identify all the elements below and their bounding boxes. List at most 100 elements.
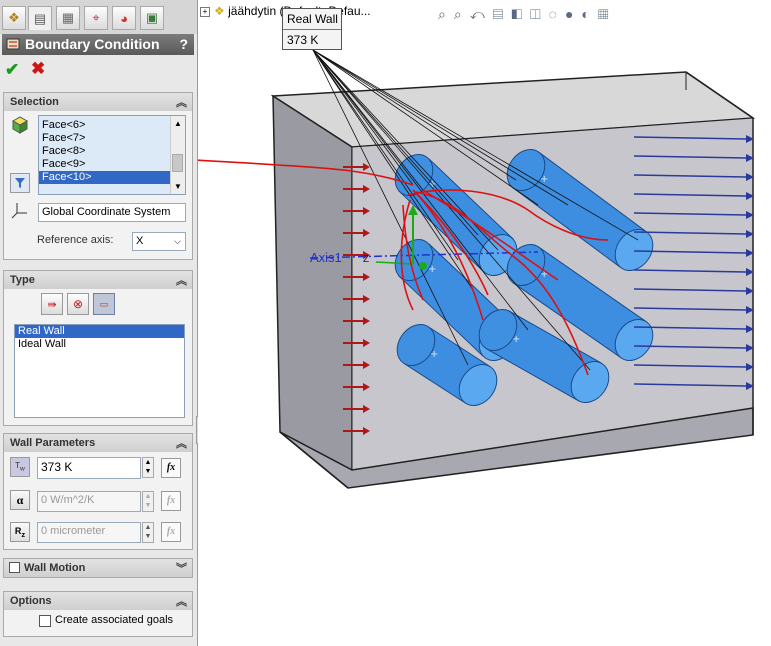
wall-type-item[interactable]: Real Wall bbox=[15, 325, 184, 338]
options-header[interactable]: Options ︽ bbox=[4, 592, 192, 610]
options-group: Options ︽ Create associated goals bbox=[3, 591, 193, 637]
wall-type-container: Real Wall Ideal Wall bbox=[15, 325, 184, 351]
property-icon: ▤ bbox=[33, 10, 47, 26]
panel-tab-bar: ❖ ▤ ▦ ⌖ ◕ ▣ bbox=[0, 0, 197, 34]
temperature-fx-button[interactable]: fx bbox=[161, 458, 181, 478]
origin-marker bbox=[419, 262, 427, 270]
scroll-up-icon[interactable]: ▲ bbox=[171, 117, 185, 130]
heads-up-view-toolbar: ⌕⌕⤺▤◧◫◌●◐▦ bbox=[438, 6, 617, 26]
wall-motion-label: Wall Motion bbox=[24, 562, 86, 574]
expand-plus-icon[interactable]: + bbox=[200, 6, 210, 17]
property-manager-tab[interactable]: ▤ bbox=[28, 6, 52, 30]
feature-manager-tab[interactable]: ❖ bbox=[2, 6, 26, 30]
chevron-down-icon: ⌵ bbox=[174, 236, 181, 246]
dimxpert-tab[interactable]: ⌖ bbox=[84, 6, 108, 30]
wall-parameters-header-label: Wall Parameters bbox=[10, 437, 96, 449]
wall-motion-header[interactable]: Wall Motion ︾ bbox=[4, 559, 192, 577]
selection-header[interactable]: Selection ︽ bbox=[4, 93, 192, 111]
display-style-icon[interactable]: ◫ bbox=[530, 6, 549, 22]
display-manager-tab[interactable]: ◕ bbox=[112, 6, 136, 30]
filter-icon[interactable] bbox=[10, 173, 30, 193]
collapse-icon[interactable]: ︽ bbox=[176, 94, 187, 110]
collapse-icon[interactable]: ︽ bbox=[176, 435, 187, 451]
faces-scrollbar[interactable]: ▲ ▼ bbox=[170, 116, 185, 194]
zoom-to-fit-icon[interactable]: ⌕ bbox=[438, 6, 454, 22]
cylinder-center-mark: + bbox=[430, 349, 438, 360]
heat-transfer-spinner[interactable]: ▲ ▼ bbox=[142, 491, 154, 512]
roughness-input[interactable]: 0 micrometer bbox=[37, 522, 141, 543]
collapse-icon[interactable]: ︽ bbox=[176, 593, 187, 609]
face-list-item[interactable]: Face<8> bbox=[39, 145, 185, 158]
scene-icon[interactable]: ◐ bbox=[581, 6, 597, 22]
reference-axis-select[interactable]: X ⌵ bbox=[132, 232, 186, 251]
boundary-tooltip: Real Wall 373 K bbox=[282, 8, 342, 50]
create-goals-checkbox[interactable] bbox=[39, 615, 51, 627]
selection-header-label: Selection bbox=[10, 96, 59, 108]
configuration-manager-tab[interactable]: ▦ bbox=[56, 6, 80, 30]
section-view-icon[interactable]: ▤ bbox=[493, 6, 512, 22]
face-list-item[interactable]: Face<10> bbox=[39, 171, 185, 184]
face-list-item[interactable]: Face<9> bbox=[39, 158, 185, 171]
type-group: Type ︽ ⇛ ⊗ ▭ Real Wall Ideal Wall bbox=[3, 270, 193, 426]
reference-axis-value: X bbox=[136, 235, 144, 247]
part-icon: ❖ bbox=[214, 4, 225, 18]
wall-motion-checkbox[interactable] bbox=[9, 562, 20, 573]
face-selection-icon bbox=[11, 116, 29, 134]
wall-button[interactable]: ▭ bbox=[93, 293, 115, 315]
roughness-spinner[interactable]: ▲ ▼ bbox=[142, 522, 154, 543]
wall-type-item[interactable]: Ideal Wall bbox=[15, 338, 184, 351]
hide-show-icon[interactable]: ◌ bbox=[549, 6, 565, 22]
heat-transfer-fx-button[interactable]: fx bbox=[161, 491, 181, 511]
temperature-icon: Tw bbox=[10, 457, 30, 477]
cancel-button[interactable]: ✖ bbox=[31, 59, 45, 79]
coordinate-system-icon bbox=[11, 203, 27, 219]
tooltip-value: 373 K bbox=[287, 33, 319, 47]
expand-icon[interactable]: ︾ bbox=[176, 560, 187, 576]
ok-button[interactable]: ✔ bbox=[5, 60, 19, 80]
heat-transfer-icon: α bbox=[10, 490, 30, 510]
selection-group: Selection ︽ Face<6> Face<7> Face<8> Face<9>… bbox=[3, 92, 193, 260]
create-goals-label: Create associated goals bbox=[55, 614, 174, 626]
spin-down-icon[interactable]: ▼ bbox=[143, 467, 153, 476]
temperature-spinner[interactable]: ▲ ▼ bbox=[142, 457, 154, 478]
coordinate-system-field[interactable]: Global Coordinate System bbox=[38, 203, 186, 222]
wall-parameters-group: Wall Parameters ︽ Tw 373 K ▲ ▼ fx α 0 W/m… bbox=[3, 433, 193, 550]
selected-faces-list[interactable]: Face<6> Face<7> Face<8> Face<9> Face<10> ▲ ▼ bbox=[38, 115, 186, 195]
roughness-fx-button[interactable]: fx bbox=[161, 522, 181, 542]
tooltip-name: Real Wall bbox=[283, 9, 341, 30]
view-settings-icon[interactable]: ▦ bbox=[598, 6, 617, 22]
wall-parameters-header[interactable]: Wall Parameters ︽ bbox=[4, 434, 192, 452]
scroll-thumb[interactable] bbox=[172, 154, 183, 172]
face-list-item[interactable]: Face<7> bbox=[39, 132, 185, 145]
face-list-item[interactable]: Face<6> bbox=[39, 119, 185, 132]
zoom-area-icon[interactable]: ⌕ bbox=[454, 6, 470, 22]
boundary-condition-icon bbox=[6, 38, 20, 50]
spin-up-icon[interactable]: ▲ bbox=[143, 458, 153, 467]
options-header-label: Options bbox=[10, 595, 52, 607]
temperature-input[interactable]: 373 K bbox=[37, 457, 141, 479]
wall-icon: ▭ bbox=[99, 298, 109, 309]
reference-axis-label: Reference axis: bbox=[37, 234, 114, 246]
previous-view-icon[interactable]: ⤺ bbox=[470, 6, 493, 22]
collapse-icon[interactable]: ︽ bbox=[176, 272, 187, 288]
pressure-opening-button[interactable]: ⊗ bbox=[67, 293, 89, 315]
heat-transfer-input[interactable]: 0 W/m^2/K bbox=[37, 491, 141, 512]
type-header[interactable]: Type ︽ bbox=[4, 271, 192, 289]
view-orientation-icon[interactable]: ◧ bbox=[511, 6, 530, 22]
graphics-viewport[interactable]: + + + + + + Axis1 Z + ❖ jäähdytin Real W… bbox=[198, 0, 771, 646]
panel-title: Boundary Condition bbox=[25, 36, 160, 52]
appearance-icon[interactable]: ● bbox=[565, 6, 581, 22]
wall-type-list[interactable]: Real Wall Ideal Wall bbox=[14, 324, 185, 418]
axis-letter: Z bbox=[363, 254, 369, 265]
flow-opening-button[interactable]: ⇛ bbox=[41, 293, 63, 315]
property-manager-panel: ❖ ▤ ▦ ⌖ ◕ ▣ Boundary Condition ? ✔ ✖ Sel… bbox=[0, 0, 202, 646]
flow-icon: ▣ bbox=[145, 10, 159, 25]
cylinder-center-mark: + bbox=[428, 264, 436, 275]
help-button[interactable]: ? bbox=[179, 36, 188, 52]
axis-label: Axis1 bbox=[310, 250, 342, 265]
scroll-down-icon[interactable]: ▼ bbox=[171, 180, 185, 193]
color-wheel-icon: ◕ bbox=[120, 10, 128, 26]
flow-analysis-tab[interactable]: ▣ bbox=[140, 6, 164, 30]
model-scene[interactable]: + ++ +++ Axis1 Z bbox=[198, 0, 771, 646]
pressure-icon: ⊗ bbox=[72, 297, 84, 311]
